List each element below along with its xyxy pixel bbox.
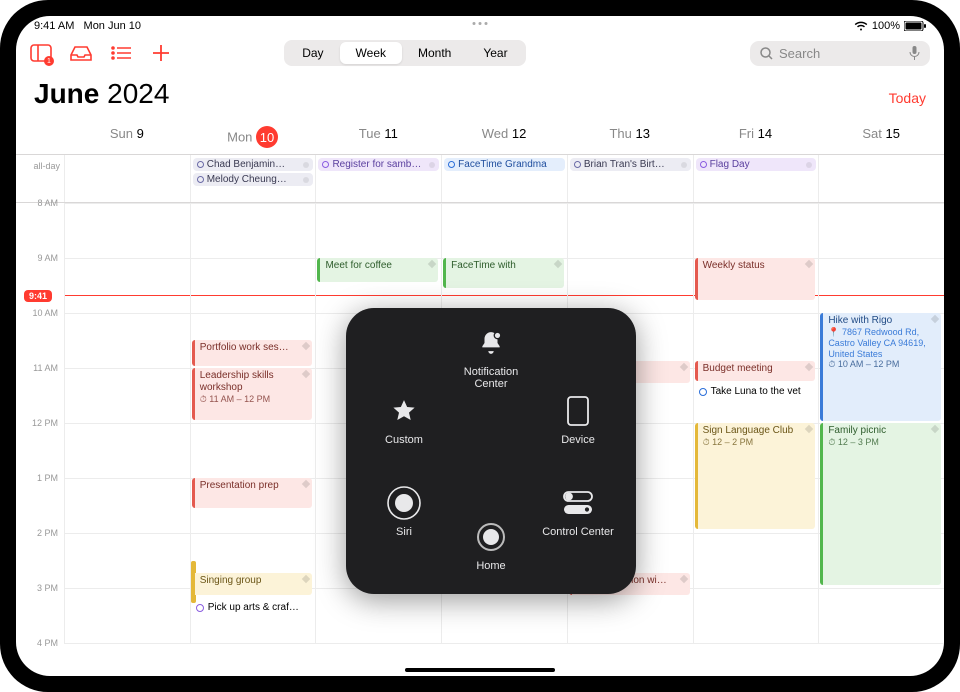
allday-row: all-day Chad Benjamin… Melody Cheung… Re… xyxy=(16,155,944,203)
sidebar-toggle-icon[interactable]: 1 xyxy=(30,42,52,64)
event-pill[interactable]: Pick up arts & craf… xyxy=(193,601,312,614)
add-event-icon[interactable] xyxy=(150,42,172,64)
at-notification-center[interactable]: Notification Center xyxy=(447,324,535,390)
event[interactable]: FaceTime with xyxy=(443,258,564,288)
at-device[interactable]: Device xyxy=(534,392,622,446)
day-head-wed[interactable]: Wed 12 xyxy=(441,120,567,154)
list-icon[interactable] xyxy=(110,42,132,64)
time-gutter: 8 AM 9 AM 10 AM 11 AM 12 PM 1 PM 2 PM 3 … xyxy=(16,203,64,643)
day-head-sun[interactable]: Sun 9 xyxy=(64,120,190,154)
view-segmented: Day Week Month Year xyxy=(284,40,525,66)
ipad-frame: 9:41 AM Mon Jun 10 100% 1 xyxy=(0,0,960,692)
now-time-pill: 9:41 xyxy=(24,290,52,302)
allday-event[interactable]: Melody Cheung… xyxy=(193,173,314,186)
search-field[interactable]: Search xyxy=(750,41,930,66)
at-control-center[interactable]: Control Center xyxy=(534,484,622,538)
at-home[interactable]: Home xyxy=(447,518,535,572)
segment-year[interactable]: Year xyxy=(467,42,523,64)
col-sun[interactable] xyxy=(64,203,190,643)
sidebar-badge: 1 xyxy=(44,56,54,66)
allday-event[interactable]: FaceTime Grandma xyxy=(444,158,565,171)
multitask-handle[interactable] xyxy=(473,22,488,25)
inbox-icon[interactable] xyxy=(70,42,92,64)
search-placeholder: Search xyxy=(779,46,820,61)
allday-sat[interactable] xyxy=(818,155,944,202)
allday-event[interactable]: Brian Tran's Birt… xyxy=(570,158,691,171)
day-head-fri[interactable]: Fri 14 xyxy=(693,120,819,154)
event[interactable]: Family picnic⏱ 12 – 3 PM xyxy=(820,423,941,585)
bell-icon xyxy=(472,324,510,362)
col-mon[interactable]: Portfolio work ses… Leadership skills wo… xyxy=(190,203,316,643)
allday-sun[interactable] xyxy=(64,155,190,202)
segment-month[interactable]: Month xyxy=(402,42,467,64)
month-heading: June 2024 xyxy=(34,78,169,110)
home-icon xyxy=(472,518,510,556)
event[interactable]: Weekly status xyxy=(695,258,816,300)
battery-icon xyxy=(904,21,926,31)
event-pill[interactable]: Take Luna to the vet xyxy=(696,385,815,398)
at-siri[interactable]: Siri xyxy=(360,484,448,538)
home-indicator[interactable] xyxy=(405,668,555,672)
status-left: 9:41 AM Mon Jun 10 xyxy=(34,20,141,32)
col-sat[interactable]: Hike with Rigo📍 7867 Redwood Rd, Castro … xyxy=(818,203,944,643)
device-icon xyxy=(559,392,597,430)
wifi-icon xyxy=(854,21,868,31)
screen: 9:41 AM Mon Jun 10 100% 1 xyxy=(16,16,944,676)
star-icon xyxy=(385,392,423,430)
status-time: 9:41 AM xyxy=(34,20,74,32)
day-head-tue[interactable]: Tue 11 xyxy=(315,120,441,154)
col-fri[interactable]: Weekly status Budget meeting Take Luna t… xyxy=(693,203,819,643)
allday-label: all-day xyxy=(16,155,64,202)
day-head-mon[interactable]: Mon 10 xyxy=(190,120,316,154)
toggles-icon xyxy=(559,484,597,522)
status-date: Mon Jun 10 xyxy=(84,20,141,32)
today-link[interactable]: Today xyxy=(889,90,926,106)
status-right: 100% xyxy=(854,20,926,32)
search-icon xyxy=(760,47,773,60)
at-custom[interactable]: Custom xyxy=(360,392,448,446)
toolbar: 1 Day Week Month Year Searc xyxy=(16,32,944,74)
month-row: June 2024 Today xyxy=(16,74,944,120)
event[interactable]: Sign Language Club⏱ 12 – 2 PM xyxy=(695,423,816,529)
day-head-sat[interactable]: Sat 15 xyxy=(818,120,944,154)
allday-mon[interactable]: Chad Benjamin… Melody Cheung… xyxy=(190,155,316,202)
allday-event[interactable]: Register for samb… xyxy=(318,158,439,171)
allday-fri[interactable]: Flag Day xyxy=(693,155,819,202)
siri-icon xyxy=(385,484,423,522)
mic-icon[interactable] xyxy=(909,46,920,60)
allday-event[interactable]: Flag Day xyxy=(696,158,817,171)
event[interactable]: Meet for coffee xyxy=(317,258,438,282)
event[interactable]: Presentation prep xyxy=(192,478,313,508)
toolbar-left: 1 xyxy=(30,42,172,64)
segment-week[interactable]: Week xyxy=(340,42,402,64)
event[interactable]: Portfolio work ses… xyxy=(192,340,313,366)
event[interactable]: Hike with Rigo📍 7867 Redwood Rd, Castro … xyxy=(820,313,941,421)
day-head-thu[interactable]: Thu 13 xyxy=(567,120,693,154)
day-headers: Sun 9 Mon 10 Tue 11 Wed 12 Thu 13 Fri 14… xyxy=(16,120,944,155)
event[interactable]: Budget meeting xyxy=(695,361,816,381)
battery-pct: 100% xyxy=(872,20,900,32)
allday-event[interactable]: Chad Benjamin… xyxy=(193,158,314,171)
allday-wed[interactable]: FaceTime Grandma xyxy=(441,155,567,202)
segment-day[interactable]: Day xyxy=(286,42,339,64)
allday-tue[interactable]: Register for samb… xyxy=(315,155,441,202)
assistivetouch-menu: Notification Center Custom Device Siri H… xyxy=(346,308,636,594)
event[interactable]: Singing group xyxy=(192,573,313,595)
allday-thu[interactable]: Brian Tran's Birt… xyxy=(567,155,693,202)
event[interactable]: Leadership skills workshop⏱ 11 AM – 12 P… xyxy=(192,368,313,420)
